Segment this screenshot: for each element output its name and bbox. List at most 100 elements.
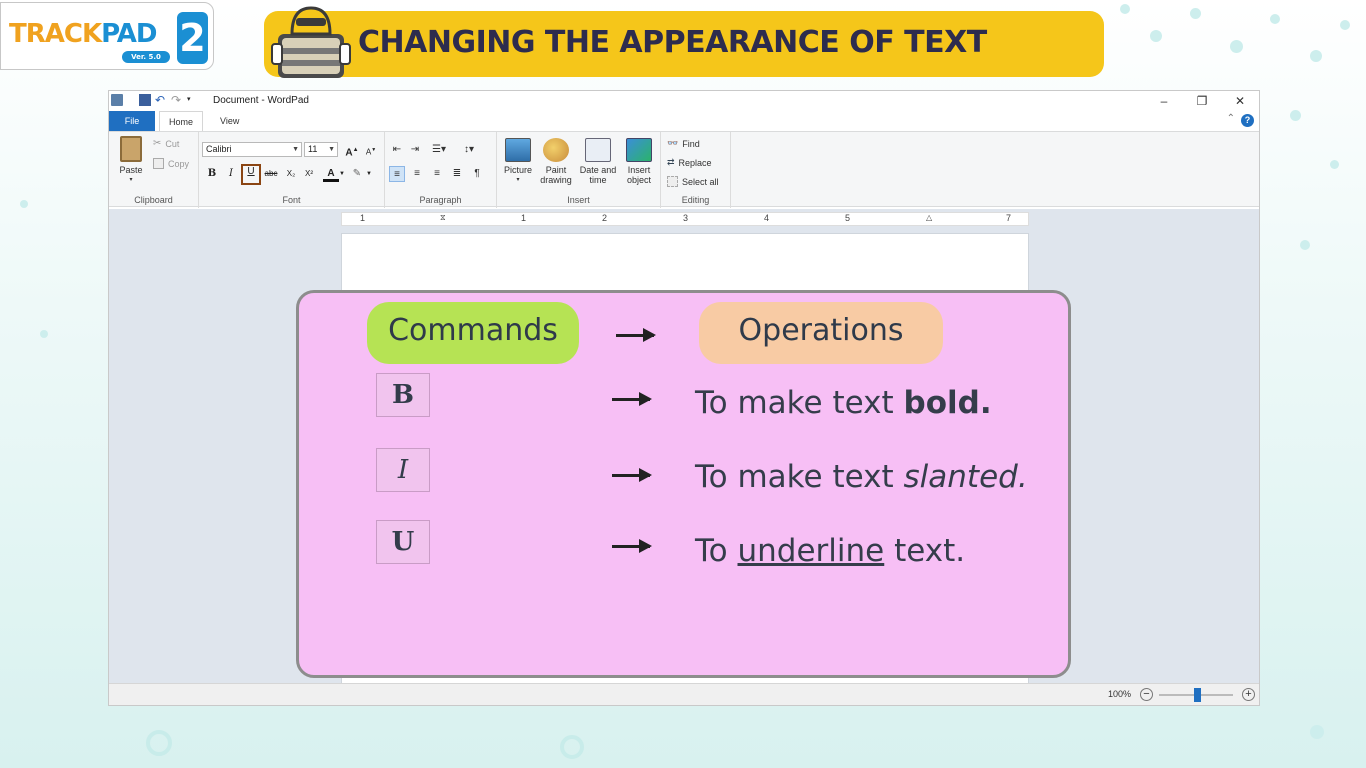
close-button[interactable]: ✕: [1221, 91, 1259, 111]
help-icon[interactable]: ?: [1241, 114, 1254, 127]
align-center-icon[interactable]: ≡: [409, 166, 425, 182]
highlight-color-button[interactable]: ✎: [349, 166, 365, 182]
subscript-button[interactable]: X₂: [283, 166, 299, 182]
zoom-out-button[interactable]: −: [1140, 688, 1153, 701]
wordpad-app-icon[interactable]: [111, 94, 123, 106]
ruler[interactable]: 1 ⧖ 1 2 3 4 5 △ 7: [341, 212, 1029, 226]
logo-version-badge: Ver. 5.0: [122, 51, 170, 63]
insert-object-button[interactable]: Insert object: [621, 138, 657, 185]
cut-button[interactable]: ✂ Cut: [153, 138, 179, 149]
find-button[interactable]: 👓 Find: [667, 138, 700, 149]
zoom-slider-thumb[interactable]: [1194, 688, 1201, 702]
bold-button[interactable]: B: [204, 166, 220, 182]
text-color-button[interactable]: A: [323, 166, 339, 182]
trackpad-logo: TRACKPAD Ver. 5.0 2: [0, 2, 214, 70]
replace-button[interactable]: ⇄ Replace: [667, 157, 712, 168]
strikethrough-button[interactable]: abc: [263, 166, 279, 182]
object-icon: [626, 138, 652, 162]
copy-button[interactable]: Copy: [153, 158, 189, 169]
ruler-right-indent-marker[interactable]: △: [926, 213, 932, 222]
font-size-select[interactable]: 11 ▼: [304, 142, 338, 157]
date-time-button[interactable]: Date and time: [577, 138, 619, 185]
bullets-icon[interactable]: ☰▾: [427, 142, 451, 158]
paragraph-group: ⇤ ⇥ ☰▾ ↕▾ ≡ ≡ ≡ ≣ ¶ Paragraph: [385, 132, 497, 208]
ruler-mark: 2: [602, 213, 608, 223]
underline-button[interactable]: U: [241, 164, 261, 185]
select-all-button[interactable]: Select all: [667, 176, 719, 187]
chevron-down-icon[interactable]: ▼: [338, 166, 346, 182]
ruler-mark: 5: [845, 213, 851, 223]
select-all-icon: [667, 176, 678, 187]
font-group-label: Font: [282, 195, 301, 205]
superscript-button[interactable]: X²: [301, 166, 317, 182]
increase-indent-icon[interactable]: ⇥: [407, 142, 423, 158]
chevron-down-icon: ▼: [328, 146, 335, 153]
window-controls: – ❐ ✕: [1145, 91, 1259, 111]
tab-file[interactable]: File: [109, 111, 155, 131]
align-right-icon[interactable]: ≡: [429, 166, 445, 182]
underline-command-key: U: [376, 520, 430, 564]
operations-header: Operations: [699, 302, 943, 364]
undo-icon[interactable]: ↶: [155, 94, 167, 106]
quick-access-toolbar: ↶ ↷ ▾: [111, 94, 199, 106]
chevron-down-icon[interactable]: ▼: [365, 166, 373, 182]
ruler-mark: 3: [683, 213, 689, 223]
palette-icon: [543, 138, 569, 162]
save-icon[interactable]: [139, 94, 151, 106]
clipboard-group-label: Clipboard: [134, 195, 173, 205]
commands-panel: Commands Operations B To make text bold.…: [296, 290, 1071, 678]
paste-button[interactable]: Paste ▾: [117, 136, 145, 185]
paragraph-settings-icon[interactable]: ¶: [469, 166, 485, 182]
tab-view[interactable]: View: [211, 111, 248, 131]
customize-toolbar-icon[interactable]: ▾: [187, 94, 199, 106]
justify-icon[interactable]: ≣: [449, 166, 465, 182]
chevron-down-icon: ▼: [292, 146, 299, 153]
insert-group: Picture ▾ Paint drawing Date and time In…: [497, 132, 661, 208]
title-bar: ↶ ↷ ▾ Document - WordPad – ❐ ✕: [109, 91, 1259, 111]
paste-icon: [120, 136, 142, 162]
picture-button[interactable]: Picture ▾: [501, 138, 535, 185]
font-family-select[interactable]: Calibri ▼: [202, 142, 302, 157]
paragraph-group-label: Paragraph: [419, 195, 462, 205]
tab-home[interactable]: Home: [159, 111, 204, 131]
lesson-title: CHANGING THE APPEARANCE OF TEXT: [358, 25, 987, 60]
grow-font-button[interactable]: A▲: [344, 142, 360, 158]
decrease-indent-icon[interactable]: ⇤: [389, 142, 405, 158]
scissors-icon: ✂: [153, 138, 162, 149]
lesson-title-banner: CHANGING THE APPEARANCE OF TEXT: [264, 11, 1104, 77]
ruler-mark: 7: [1006, 213, 1012, 223]
robot-mascot-icon: [271, 6, 351, 78]
align-left-icon[interactable]: ≡: [389, 166, 405, 182]
underline-operation-text: To underline text.: [695, 533, 966, 569]
binoculars-icon: 👓: [667, 138, 679, 148]
insert-group-label: Insert: [567, 195, 590, 205]
paint-drawing-button[interactable]: Paint drawing: [537, 138, 575, 185]
picture-icon: [505, 138, 531, 162]
restore-button[interactable]: ❐: [1183, 91, 1221, 111]
window-title: Document - WordPad: [213, 95, 309, 106]
italic-operation-text: To make text slanted.: [695, 459, 1028, 495]
editing-group-label: Editing: [681, 195, 710, 205]
ruler-mark: 1: [521, 213, 527, 223]
bold-operation-text: To make text bold.: [695, 385, 992, 421]
arrow-icon: [612, 392, 652, 406]
redo-icon[interactable]: ↷: [171, 94, 183, 106]
copy-icon: [153, 158, 164, 169]
italic-button[interactable]: I: [223, 166, 239, 182]
status-bar: 100% − +: [109, 683, 1259, 705]
ribbon: Paste ▾ ✂ Cut Copy Clipboard Calibri ▼ 11 ▼…: [109, 131, 1259, 208]
minimize-button[interactable]: –: [1145, 91, 1183, 111]
collapse-ribbon-icon[interactable]: ⌃: [1227, 113, 1235, 124]
font-group: Calibri ▼ 11 ▼ A▲ A▼ B I U abc X₂ X² A ▼ ✎…: [199, 132, 385, 208]
italic-command-key: I: [376, 448, 430, 492]
zoom-in-button[interactable]: +: [1242, 688, 1255, 701]
bold-command-key: B: [376, 373, 430, 417]
arrow-icon: [612, 539, 652, 553]
editing-group: 👓 Find ⇄ Replace Select all Editing: [661, 132, 731, 208]
replace-icon: ⇄: [667, 157, 675, 167]
ribbon-tabs: File Home View ⌃ ?: [109, 111, 1259, 131]
ruler-mark: 4: [764, 213, 770, 223]
shrink-font-button[interactable]: A▼: [363, 142, 379, 158]
line-spacing-icon[interactable]: ↕▾: [457, 142, 481, 158]
ruler-indent-marker[interactable]: ⧖: [440, 213, 446, 223]
